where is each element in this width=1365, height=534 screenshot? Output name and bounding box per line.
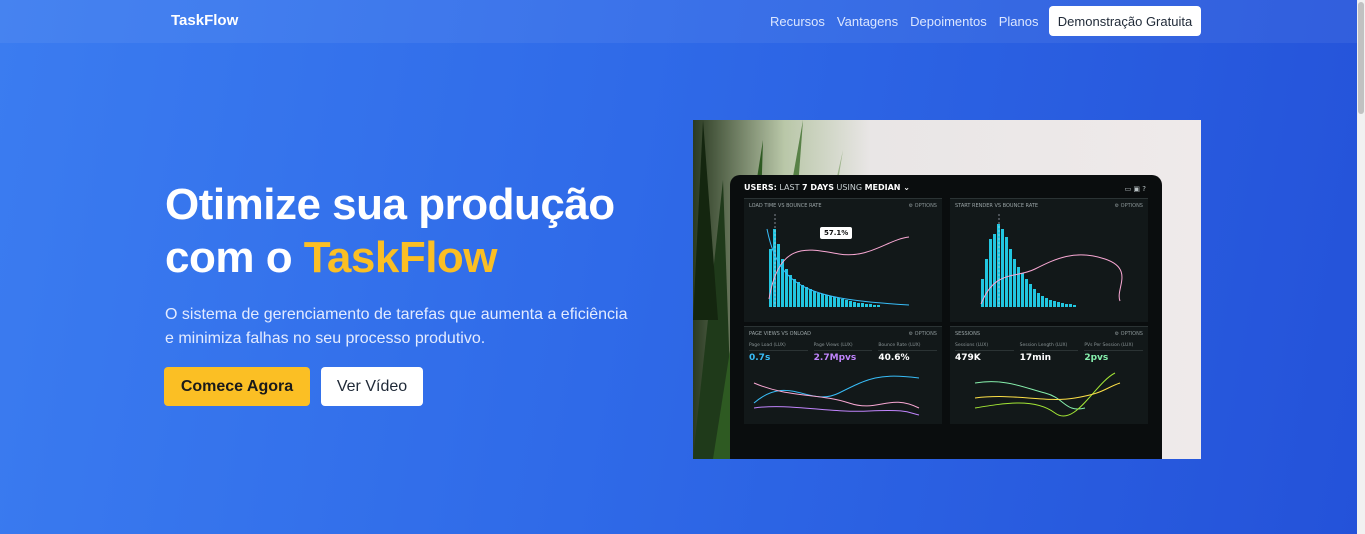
nav-link-recursos[interactable]: Recursos [770,14,825,29]
brand-logo[interactable]: TaskFlow [171,12,238,29]
panel-load-time: LOAD TIME VS BOUNCE RATE ⚙ OPTIONS 57.1% [744,198,942,322]
metric-page-views: Page Views (LUX) 2.7Mpvs [813,343,873,363]
watch-video-button[interactable]: Ver Vídeo [321,367,423,406]
panel-start-render: START RENDER VS BOUNCE RATE ⚙ OPTIONS [950,198,1148,322]
nav-links: Recursos Vantagens Depoimentos Planos [770,14,1038,29]
metric-pvs-per-session: PVs Per Session (LUX) 2pvs [1084,343,1144,363]
hero-dashboard-image: USERS: LAST 7 DAYS USING MEDIAN ⌄ ▭ ▣ ? … [693,120,1201,459]
dashboard-toolbar-icons: ▭ ▣ ? [1124,185,1146,193]
panel-page-views: PAGE VIEWS VS ONLOAD ⚙ OPTIONS Page Load… [744,326,942,424]
demo-button[interactable]: Demonstração Gratuita [1049,6,1201,36]
start-now-button[interactable]: Comece Agora [164,367,310,406]
panel-sessions: SESSIONS ⚙ OPTIONS Sessions (LUX) 479K S… [950,326,1148,424]
nav-link-depoimentos[interactable]: Depoimentos [910,14,987,29]
session-metrics: Sessions (LUX) 479K Session Length (LUX)… [955,343,1144,363]
headline-accent: TaskFlow [303,233,498,282]
nav-link-planos[interactable]: Planos [999,14,1039,29]
chart-tooltip: 57.1% [820,227,853,239]
page-scrollbar[interactable] [1357,0,1365,534]
nav-link-vantagens[interactable]: Vantagens [837,14,898,29]
load-time-chart [766,214,910,307]
metric-session-length: Session Length (LUX) 17min [1019,343,1079,363]
metric-sessions: Sessions (LUX) 479K [955,343,1014,363]
hero-headline: Otimize sua produção com o TaskFlow [165,178,665,284]
sessions-chart [974,372,1121,417]
start-render-chart [980,214,1123,307]
top-navbar: TaskFlow Recursos Vantagens Depoimentos … [0,0,1357,43]
dashboard-title: USERS: LAST 7 DAYS USING MEDIAN ⌄ [744,183,910,192]
scroll-thumb[interactable] [1358,2,1364,114]
headline-line1: Otimize sua produção [165,180,615,229]
laptop-screen: USERS: LAST 7 DAYS USING MEDIAN ⌄ ▭ ▣ ? … [730,175,1162,459]
metric-bounce-rate: Bounce Rate (LUX) 40.6% [878,343,938,363]
page-views-chart [753,375,920,416]
page-metrics: Page Load (LUX) 0.7s Page Views (LUX) 2.… [749,343,938,363]
hero-subtitle: O sistema de gerenciamento de tarefas qu… [165,306,628,347]
metric-page-load: Page Load (LUX) 0.7s [749,343,808,363]
headline-prefix: com o [165,233,304,282]
